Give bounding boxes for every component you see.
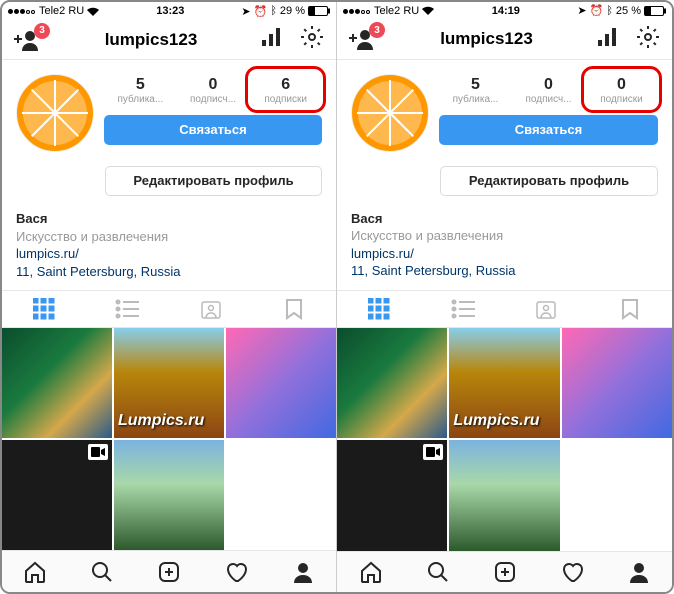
alarm-icon: ⏰ [590,4,604,17]
bio-category: Искусство и развлечения [351,227,658,245]
posts-grid: Lumpics.ru [337,328,672,551]
nav-activity[interactable] [538,552,605,592]
battery-icon [644,6,666,16]
contact-button[interactable]: Связаться [104,115,322,145]
nav-activity[interactable] [202,551,269,592]
alarm-icon: ⏰ [254,5,268,18]
bio-link[interactable]: lumpics.ru/ [351,245,658,263]
post-thumbnail[interactable] [562,440,672,550]
post-thumbnail[interactable] [226,440,336,550]
carrier: Tele2 RU [374,5,419,17]
bio-location[interactable]: 11, Saint Petersburg, Russia [16,263,322,281]
nav-profile[interactable] [605,552,672,592]
bio-name: Вася [351,210,658,228]
posts-stat[interactable]: 5публика... [104,74,177,107]
tab-grid[interactable] [337,291,421,327]
settings-icon[interactable] [636,25,660,54]
post-thumbnail[interactable] [2,440,112,550]
profile-username[interactable]: lumpics123 [440,29,533,49]
avatar[interactable] [16,74,94,152]
wifi-icon [87,7,99,16]
post-thumbnail[interactable] [562,328,672,438]
tab-list[interactable] [86,291,170,327]
profile-tabs [2,290,336,328]
post-thumbnail[interactable]: Lumpics.ru [114,328,224,438]
post-thumbnail[interactable] [337,328,447,438]
post-thumbnail[interactable] [449,440,559,550]
post-thumbnail[interactable] [114,440,224,550]
nav-home[interactable] [2,551,69,592]
nav-search[interactable] [69,551,136,592]
followers-stat[interactable]: 0подписч... [512,74,585,107]
bio-name: Вася [16,210,322,228]
tab-list[interactable] [421,291,505,327]
nav-create[interactable] [136,551,203,592]
notification-badge: 3 [369,22,385,38]
video-icon [423,444,443,460]
video-icon [88,444,108,460]
nav-search[interactable] [404,552,471,592]
bottom-nav [337,551,672,592]
contact-button[interactable]: Связаться [439,115,658,145]
settings-icon[interactable] [300,25,324,54]
edit-profile-button[interactable]: Редактировать профиль [105,166,322,196]
profile-tabs [337,290,672,328]
battery-icon [308,6,330,16]
post-thumbnail[interactable]: Lumpics.ru [449,328,559,438]
post-thumbnail[interactable] [337,440,447,550]
battery-pct: 25 % [616,5,641,17]
nav-create[interactable] [471,552,538,592]
carrier: Tele2 RU [39,5,84,17]
bio-section: ВасяИскусство и развлеченияlumpics.ru/11… [2,204,336,290]
followers-stat[interactable]: 0подписч... [177,74,250,107]
insights-icon[interactable] [262,28,284,51]
bluetooth-icon: ᛒ [270,5,277,17]
bottom-nav [2,550,336,592]
edit-profile-button[interactable]: Редактировать профиль [440,166,658,196]
insights-icon[interactable] [598,28,620,51]
post-thumbnail[interactable] [2,328,112,438]
avatar[interactable] [351,74,429,152]
discover-people-button[interactable]: 3 [14,29,40,51]
status-bar: Tele2 RU 13:23 ➤ ⏰ᛒ29 % [2,2,336,20]
clock: 13:23 [156,5,184,17]
location-icon: ➤ [241,5,250,18]
posts-grid: Lumpics.ru [2,328,336,550]
tab-saved[interactable] [588,291,672,327]
notification-badge: 3 [34,23,50,39]
bluetooth-icon: ᛒ [606,5,613,17]
following-stat[interactable]: 6подписки [249,74,322,107]
clock: 14:19 [492,5,520,17]
posts-stat[interactable]: 5публика... [439,74,512,107]
discover-people-button[interactable]: 3 [349,28,375,50]
signal-dots [343,5,371,17]
bio-link[interactable]: lumpics.ru/ [16,245,322,263]
signal-dots [8,5,36,17]
location-icon: ➤ [577,4,586,17]
bio-section: ВасяИскусство и развлеченияlumpics.ru/11… [337,204,672,290]
bio-location[interactable]: 11, Saint Petersburg, Russia [351,262,658,280]
nav-profile[interactable] [269,551,336,592]
post-thumbnail[interactable] [226,328,336,438]
bio-category: Искусство и развлечения [16,228,322,246]
tab-tagged[interactable] [169,291,253,327]
tab-saved[interactable] [253,291,337,327]
app-header: 3 lumpics123 [2,20,336,60]
following-stat[interactable]: 0подписки [585,74,658,107]
tab-grid[interactable] [2,291,86,327]
tab-tagged[interactable] [505,291,589,327]
phone-screen: Tele2 RU 14:19 ➤ ⏰ᛒ25 % 3 lumpics123 5публика.… [337,2,672,592]
wifi-icon [422,6,434,15]
phone-screen: Tele2 RU 13:23 ➤ ⏰ᛒ29 % 3 lumpics123 5публика.… [2,2,337,592]
status-bar: Tele2 RU 14:19 ➤ ⏰ᛒ25 % [337,2,672,20]
nav-home[interactable] [337,552,404,592]
app-header: 3 lumpics123 [337,20,672,60]
profile-username[interactable]: lumpics123 [105,30,198,50]
battery-pct: 29 % [280,5,305,17]
